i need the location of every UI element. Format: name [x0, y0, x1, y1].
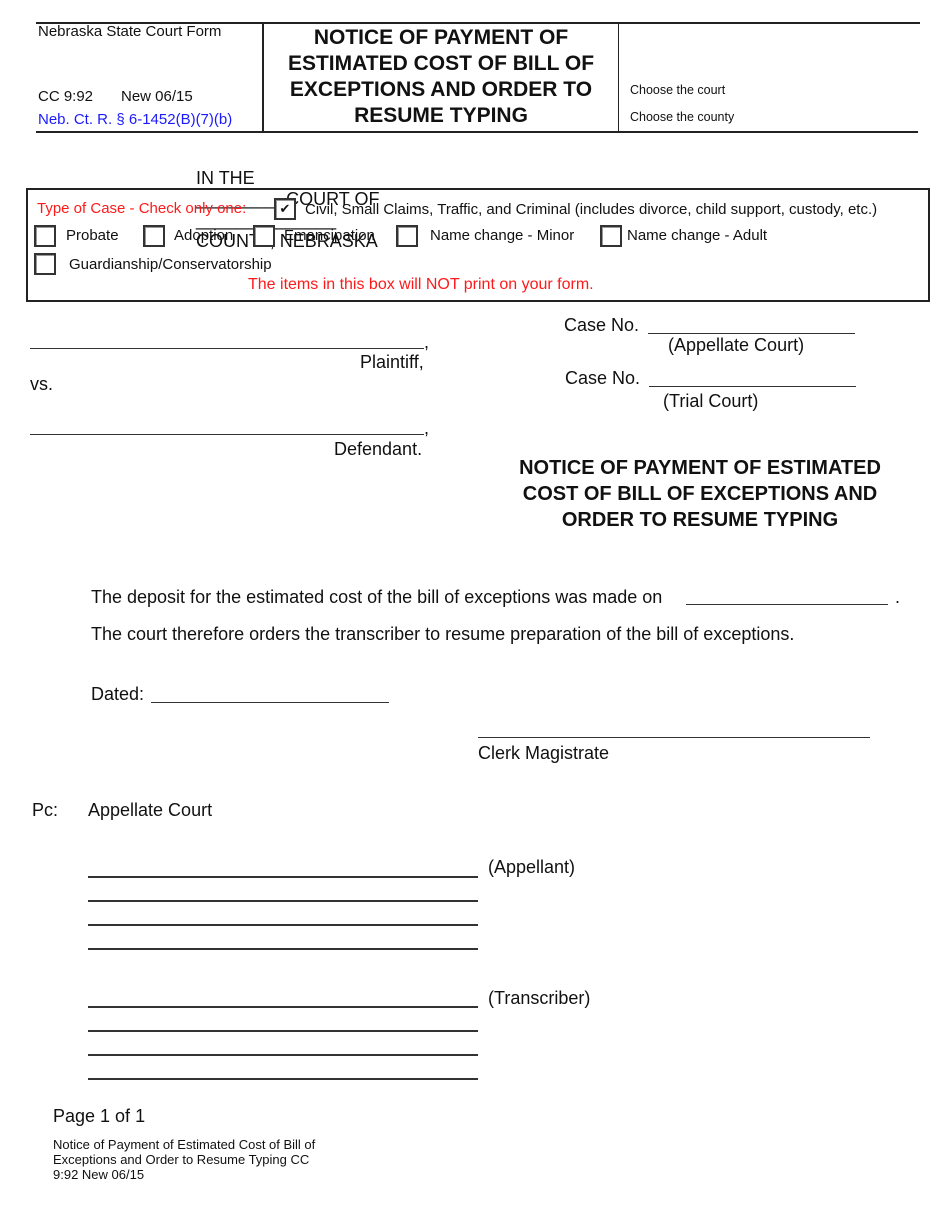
trial-court-caption: (Trial Court) [663, 391, 759, 411]
plaintiff-name-line[interactable] [30, 348, 424, 349]
option-guardianship-label: Guardianship/Conservatorship [69, 256, 272, 273]
agency-name: Nebraska State Court Form [38, 23, 222, 40]
checkbox-guardianship[interactable] [34, 253, 56, 275]
trial-case-no-field[interactable] [649, 386, 856, 387]
footer-form-name-line: 9:92 New 06/15 [53, 1167, 145, 1182]
appellant-line-2[interactable] [88, 900, 478, 902]
body-title-line: ORDER TO RESUME TYPING [561, 509, 839, 531]
plaintiff-label: Plaintiff, [360, 352, 424, 372]
deposit-text: The deposit for the estimated cost of th… [91, 587, 663, 607]
option-adoption-label: Adoption [174, 227, 234, 244]
pc-label: Pc: [32, 800, 59, 820]
signature-caption: Clerk Magistrate [478, 743, 610, 763]
appellant-line-1[interactable] [88, 876, 478, 878]
deposit-date-field[interactable] [686, 604, 888, 605]
transcriber-line-4[interactable] [88, 1078, 478, 1080]
transcriber-line-1[interactable] [88, 1006, 478, 1008]
plaintiff-comma: , [424, 332, 430, 352]
deposit-sentence: The deposit for the estimated cost of th… [91, 587, 662, 608]
footer-form-name: Notice of Payment of Estimated Cost of B… [53, 1137, 315, 1182]
choose-court-dropdown[interactable]: Choose the court [630, 83, 725, 97]
form-version: New 06/15 [121, 88, 193, 105]
body-title-line: NOTICE OF PAYMENT OF ESTIMATED [519, 457, 881, 479]
transcriber-line-2[interactable] [88, 1030, 478, 1032]
checkbox-adoption[interactable] [143, 225, 165, 247]
checkbox-probate[interactable] [34, 225, 56, 247]
pc-appellate-court: Appellate Court [88, 800, 213, 820]
header-title-line: NOTICE OF PAYMENT OF [313, 26, 569, 49]
choose-county-dropdown[interactable]: Choose the county [630, 110, 734, 124]
signature-line[interactable] [478, 737, 870, 738]
body-title: NOTICE OF PAYMENT OF ESTIMATED COST OF B… [490, 455, 910, 533]
case-type-box: Type of Case - Check only one: ✔ Civil, … [26, 188, 930, 302]
case-type-label: Type of Case - Check only one: [37, 200, 247, 217]
option-name-change-minor-label: Name change - Minor [430, 227, 575, 244]
dated-field[interactable] [151, 702, 389, 703]
defendant-name-line[interactable] [30, 434, 424, 435]
body-title-line: COST OF BILL OF EXCEPTIONS AND [522, 483, 878, 505]
option-name-change-adult-label: Name change - Adult [627, 227, 768, 244]
option-probate-label: Probate [66, 227, 119, 244]
appellate-court-caption: (Appellate Court) [668, 335, 805, 355]
page-number: Page 1 of 1 [53, 1106, 146, 1126]
appellate-case-no-field[interactable] [648, 333, 855, 334]
vs-label: vs. [30, 374, 54, 394]
rule-reference-link[interactable]: Neb. Ct. R. § 6-1452(B)(7)(b) [38, 111, 232, 128]
header-divider-right [618, 22, 619, 132]
checkbox-civil[interactable]: ✔ [274, 198, 296, 220]
appellant-line-3[interactable] [88, 924, 478, 926]
header-title: NOTICE OF PAYMENT OF ESTIMATED COST OF B… [264, 25, 618, 129]
footer-form-name-line: Exceptions and Order to Resume Typing CC [53, 1152, 310, 1167]
appellant-line-4[interactable] [88, 948, 478, 950]
header-title-line: EXCEPTIONS AND ORDER TO [289, 78, 593, 101]
option-civil-label: Civil, Small Claims, Traffic, and Crimin… [305, 201, 878, 218]
in-the-label: IN THE [196, 168, 255, 188]
appellant-caption: (Appellant) [488, 857, 576, 877]
dated-label: Dated: [91, 684, 145, 704]
trial-case-no-label: Case No. [565, 368, 641, 388]
option-emancipation-label: Emancipation [284, 227, 375, 244]
appellate-case-no-label: Case No. [564, 315, 640, 335]
transcriber-caption: (Transcriber) [488, 988, 591, 1008]
form-code: CC 9:92 [38, 88, 94, 105]
defendant-comma: , [424, 418, 430, 438]
header-bottom-rule [36, 131, 918, 133]
checkbox-name-change-adult[interactable] [600, 225, 622, 247]
checkmark-icon: ✔ [279, 201, 291, 216]
checkbox-emancipation[interactable] [253, 225, 275, 247]
defendant-label: Defendant. [334, 439, 423, 459]
footer-form-name-line: Notice of Payment of Estimated Cost of B… [53, 1137, 316, 1152]
transcriber-line-3[interactable] [88, 1054, 478, 1056]
header-title-line: ESTIMATED COST OF BILL OF [287, 52, 595, 75]
deposit-period: . [895, 587, 901, 607]
checkbox-name-change-minor[interactable] [396, 225, 418, 247]
order-text: The court therefore orders the transcrib… [91, 624, 795, 644]
header-title-line: RESUME TYPING [354, 104, 528, 127]
no-print-notice: The items in this box will NOT print on … [248, 276, 594, 293]
